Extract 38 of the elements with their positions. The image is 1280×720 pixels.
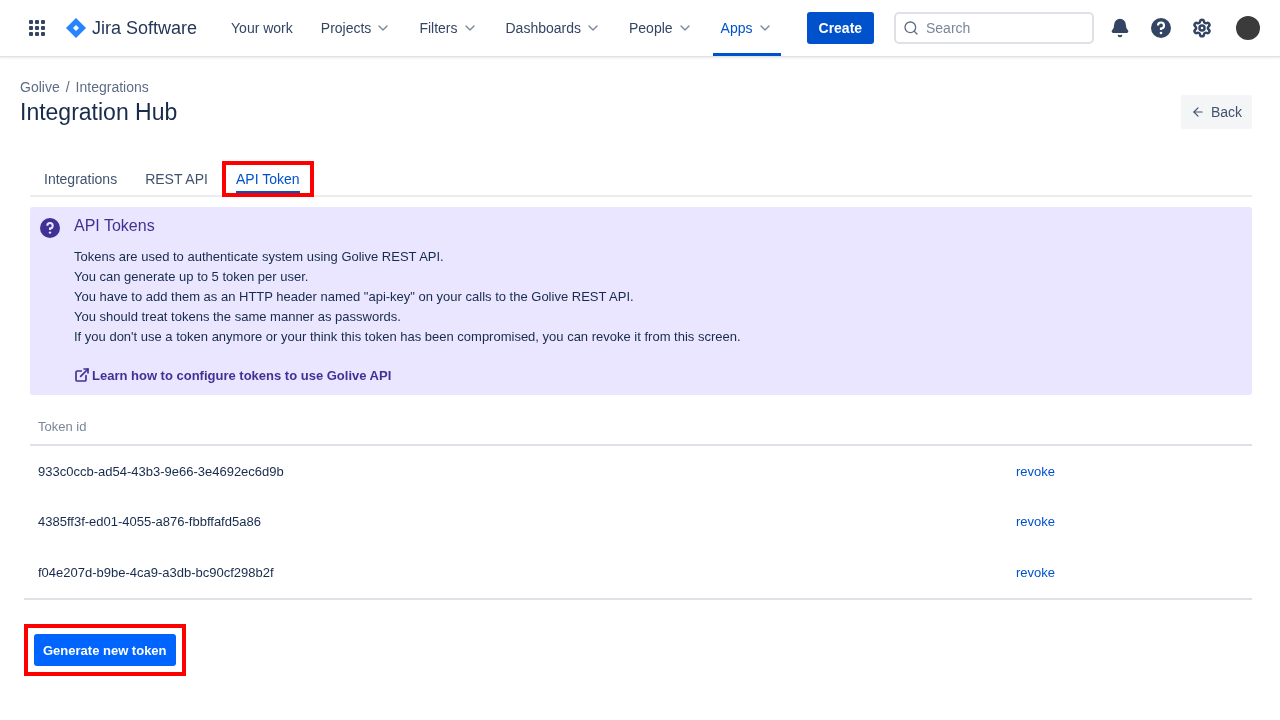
tab[interactable]: REST API <box>145 165 208 193</box>
nav-menu-item[interactable]: Projects <box>312 0 400 56</box>
external-link-icon <box>74 367 90 383</box>
token-id-cell-text: 4385ff3f-ed01-4055-a876-fbbffafd5a86 <box>37 513 262 531</box>
avatar[interactable] <box>1236 16 1260 40</box>
token-id-cell: 933c0ccb-ad54-43b3-9e66-3e4692ec6d9b <box>30 445 1008 496</box>
info-text: You can generate up to 5 token per user. <box>74 268 310 286</box>
search-icon <box>903 20 919 36</box>
tab[interactable]: Integrations <box>44 165 118 193</box>
search-field[interactable]: Search <box>894 12 1094 44</box>
diamond-logo-icon <box>66 18 86 38</box>
breadcrumb-separator: / <box>65 79 70 95</box>
page-title: Integration Hub <box>20 99 178 126</box>
token-id-cell-text: f04e207d-b9be-4ca9-a3db-bc90cf298b2f <box>37 564 275 582</box>
question-icon <box>40 218 60 238</box>
column-header: Token id <box>30 409 1008 445</box>
nav-menu-item[interactable]: Filters <box>411 0 486 56</box>
revoke-link[interactable]: revoke <box>1016 463 1056 479</box>
generate-token-button[interactable]: Generate new token <box>34 634 176 666</box>
revoke-link[interactable]: revoke <box>1016 514 1056 529</box>
info-title: API Tokens <box>74 217 156 235</box>
back-button[interactable]: Back <box>1180 95 1252 129</box>
nav-menu-item[interactable]: People <box>621 0 701 56</box>
revoke-link[interactable]: revoke <box>1016 565 1056 580</box>
info-text: You should treat tokens the same manner as passwords. <box>74 308 402 326</box>
product-name: Jira Software <box>92 17 198 39</box>
nav-menu-item[interactable]: Your work <box>223 0 301 56</box>
breadcrumb-link[interactable]: Golive <box>20 79 60 95</box>
learn-link[interactable]: Learn how to configure tokens to use Golive API <box>74 367 741 383</box>
tab[interactable]: API Token <box>235 165 300 193</box>
breadcrumb-link[interactable]: Integrations <box>75 79 149 95</box>
create-button[interactable]: Create <box>806 12 875 44</box>
info-text: You have to add them as an HTTP header named "api-key" on your calls to the Golive REST API. <box>74 288 635 306</box>
info-text: Tokens are used to authenticate system using Golive REST API. <box>74 248 445 266</box>
nav-menu-item[interactable]: Apps <box>712 0 781 56</box>
info-text: If you don't use a token anymore or your think this token has been compromised, you can revoke it from this screen. <box>74 328 741 346</box>
arrow-left-icon <box>1190 105 1205 119</box>
nav-menu-item[interactable]: Dashboards <box>497 0 609 56</box>
